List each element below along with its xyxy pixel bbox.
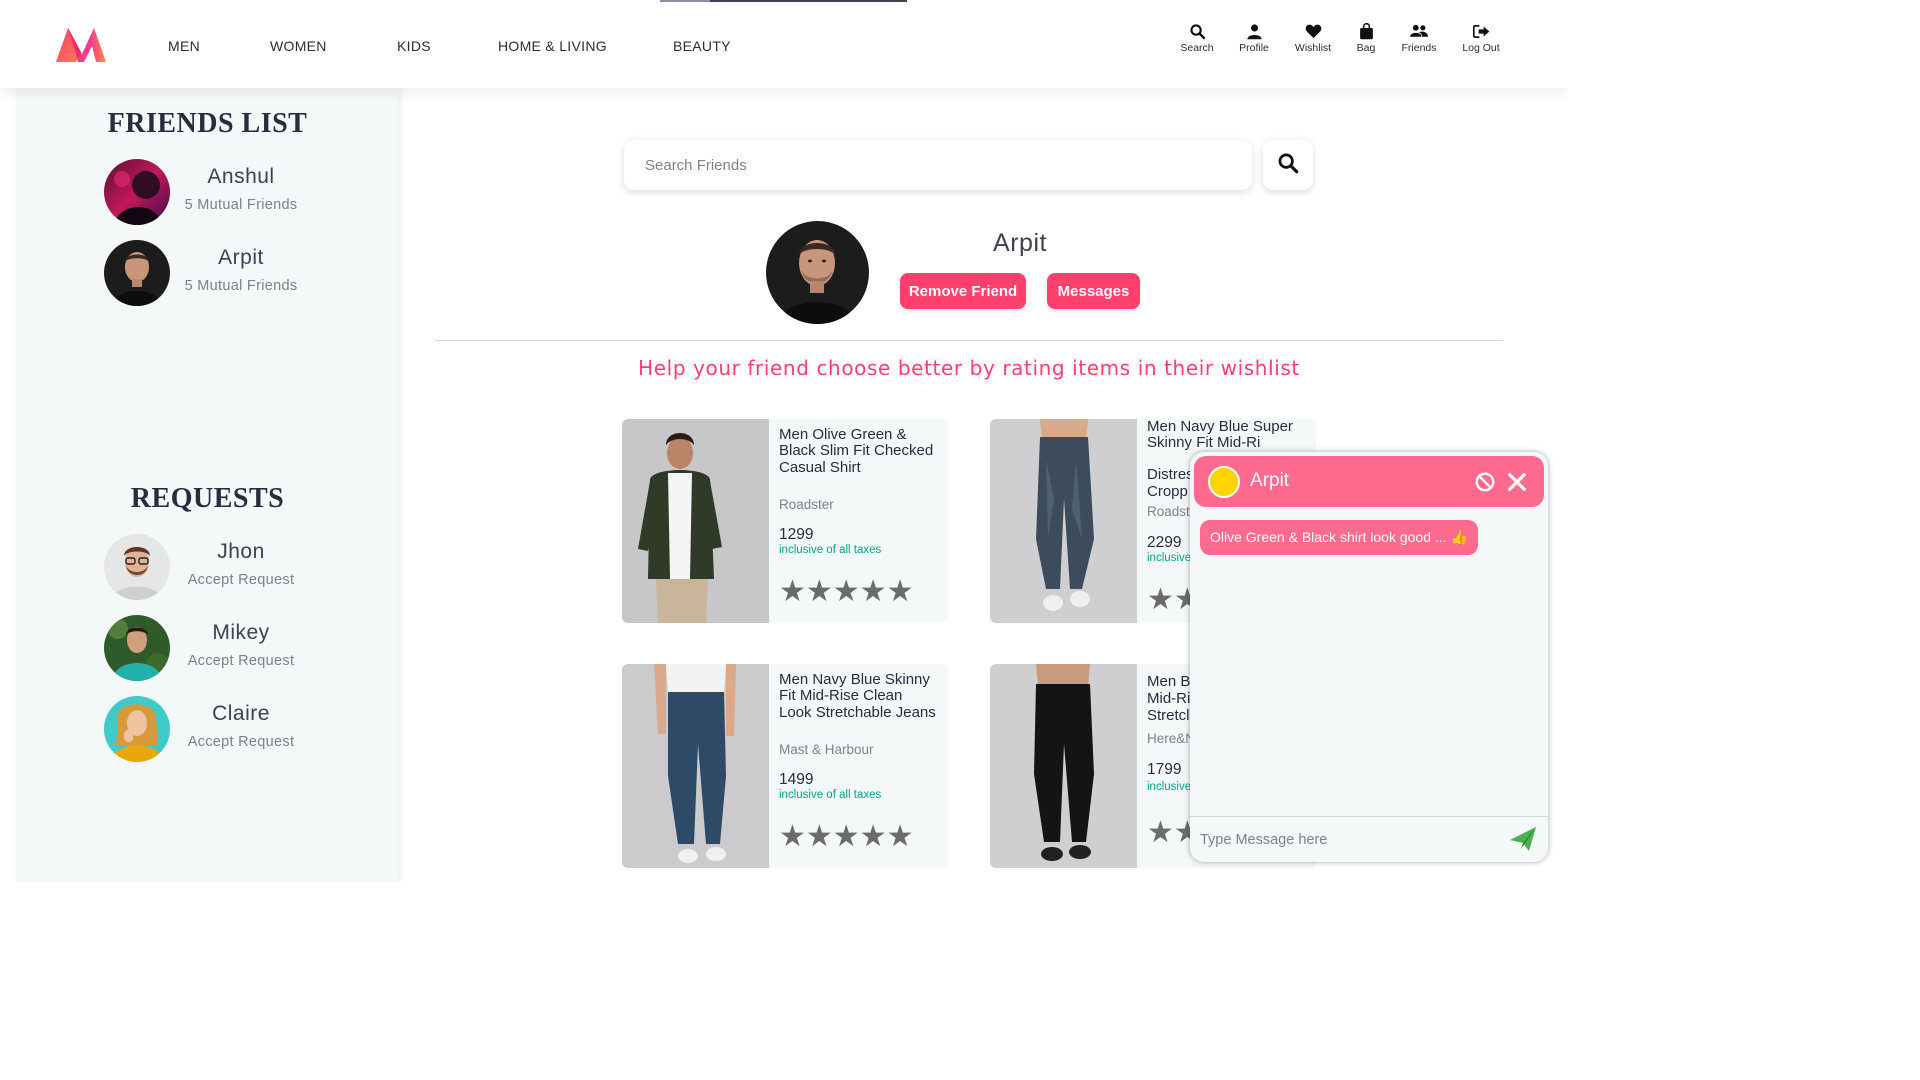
- header-search[interactable]: Search: [1171, 22, 1223, 54]
- rating-stars[interactable]: ★★★★★: [779, 577, 913, 607]
- chat-window: Arpit Olive Green & Black shirt look goo…: [1190, 452, 1548, 862]
- product-brand: Roadster: [779, 497, 834, 512]
- avatar: [104, 696, 170, 762]
- send-icon[interactable]: [1508, 825, 1538, 853]
- request-item-jhon[interactable]: Jhon Accept Request: [104, 534, 404, 600]
- header-bag[interactable]: Bag: [1340, 22, 1392, 54]
- chat-message: Olive Green & Black shirt look good ... …: [1200, 520, 1478, 555]
- rating-stars[interactable]: ★★★★★: [779, 822, 913, 852]
- page: MEN WOMEN KIDS HOME & LIVING BEAUTY Sear…: [0, 0, 1568, 882]
- product-title: Men Navy Blue Skinny Fit Mid-Rise Clean …: [779, 671, 936, 721]
- search-friends-box: [624, 140, 1252, 190]
- product-tax-note: inclusive of all taxes: [779, 789, 882, 801]
- request-name: Jhon: [217, 540, 265, 563]
- product-brand: Here&N: [1147, 731, 1196, 746]
- friends-sidebar: FRIENDS LIST Anshul 5 Mutual Friends Arp…: [16, 88, 399, 882]
- friend-name: Arpit: [218, 246, 264, 269]
- nav-home-living[interactable]: HOME & LIVING: [498, 36, 673, 56]
- avatar: [104, 159, 170, 225]
- product-image: [622, 419, 769, 623]
- profile-name: Arpit: [993, 229, 1047, 257]
- header-logout[interactable]: Log Out: [1455, 22, 1507, 54]
- product-image: [990, 419, 1137, 623]
- product-price: 1299: [779, 526, 814, 543]
- chat-contact-name: Arpit: [1250, 470, 1290, 491]
- nav-kids[interactable]: KIDS: [397, 36, 498, 56]
- messages-button[interactable]: Messages: [1047, 273, 1140, 309]
- chat-input-divider: [1190, 816, 1548, 817]
- product-brand: Mast & Harbour: [779, 742, 874, 757]
- nav-women[interactable]: WOMEN: [270, 36, 397, 56]
- product-tax-note: inclusive of all taxes: [779, 544, 882, 556]
- logout-icon: [1472, 22, 1490, 40]
- request-item-mikey[interactable]: Mikey Accept Request: [104, 615, 404, 681]
- requests-title: REQUESTS: [130, 483, 285, 514]
- close-icon[interactable]: [1506, 471, 1528, 493]
- accept-request-link[interactable]: Accept Request: [170, 572, 312, 588]
- product-image: [622, 664, 769, 868]
- request-name: Claire: [212, 702, 270, 725]
- product-title: Men Olive Green & Black Slim Fit Checked…: [779, 426, 934, 476]
- friend-item-anshul[interactable]: Anshul 5 Mutual Friends: [104, 159, 404, 225]
- header-profile[interactable]: Profile: [1228, 22, 1280, 54]
- avatar: [104, 240, 170, 306]
- bag-icon: [1357, 22, 1375, 40]
- header-search-label: Search: [1180, 42, 1214, 54]
- remove-friend-button[interactable]: Remove Friend: [900, 273, 1026, 309]
- nav-men[interactable]: MEN: [168, 36, 270, 56]
- heart-icon: [1304, 22, 1322, 40]
- chat-message-input[interactable]: [1190, 822, 1500, 858]
- friends-list-title: FRIENDS LIST: [107, 108, 308, 139]
- myntra-logo[interactable]: [54, 24, 108, 64]
- chat-header: Arpit: [1194, 456, 1544, 507]
- top-header: MEN WOMEN KIDS HOME & LIVING BEAUTY Sear…: [0, 0, 1568, 88]
- friend-item-arpit[interactable]: Arpit 5 Mutual Friends: [104, 240, 404, 306]
- header-actions: Search Profile Wishlist Bag Friends Log …: [1170, 22, 1515, 58]
- wishlist-card: Men Navy Blue Skinny Fit Mid-Rise Clean …: [622, 664, 948, 868]
- friend-name: Anshul: [207, 165, 275, 188]
- request-name: Mikey: [212, 621, 270, 644]
- main-nav: MEN WOMEN KIDS HOME & LIVING BEAUTY: [168, 36, 753, 56]
- avatar: [104, 534, 170, 600]
- request-item-claire[interactable]: Claire Accept Request: [104, 696, 404, 762]
- divider: [435, 340, 1503, 341]
- profile-avatar: [766, 221, 869, 324]
- search-friends-button[interactable]: [1263, 140, 1313, 190]
- header-bag-label: Bag: [1356, 42, 1376, 54]
- chat-status-dot: [1208, 466, 1240, 498]
- help-text: Help your friend choose better by rating…: [638, 356, 1300, 380]
- mutual-friends-count: 5 Mutual Friends: [184, 197, 298, 213]
- product-title: Men Navy Blue Super Skinny Fit Mid-Ri: [1147, 419, 1293, 452]
- wishlist-card: Men Olive Green & Black Slim Fit Checked…: [622, 419, 948, 623]
- friends-icon: [1410, 22, 1428, 40]
- search-friends-input[interactable]: [624, 140, 1252, 190]
- mutual-friends-count: 5 Mutual Friends: [184, 278, 298, 294]
- product-image: [990, 664, 1137, 868]
- header-wishlist[interactable]: Wishlist: [1287, 22, 1339, 54]
- product-price: 1799: [1147, 761, 1182, 778]
- avatar: [104, 615, 170, 681]
- header-logout-label: Log Out: [1462, 42, 1500, 54]
- loading-bar: [660, 0, 907, 2]
- product-price: 1499: [779, 771, 814, 788]
- block-icon[interactable]: [1474, 471, 1496, 493]
- nav-beauty[interactable]: BEAUTY: [673, 36, 753, 56]
- accept-request-link[interactable]: Accept Request: [170, 734, 312, 750]
- product-price: 2299: [1147, 534, 1182, 551]
- search-icon: [1188, 22, 1206, 40]
- product-tax-note: inclusive: [1147, 781, 1192, 793]
- header-profile-label: Profile: [1239, 42, 1269, 54]
- product-tax-note: inclusive: [1147, 552, 1192, 564]
- header-friends[interactable]: Friends: [1393, 22, 1445, 54]
- header-friends-label: Friends: [1401, 42, 1437, 54]
- accept-request-link[interactable]: Accept Request: [170, 653, 312, 669]
- search-icon: [1277, 152, 1299, 179]
- profile-icon: [1245, 22, 1263, 40]
- header-wishlist-label: Wishlist: [1294, 42, 1332, 54]
